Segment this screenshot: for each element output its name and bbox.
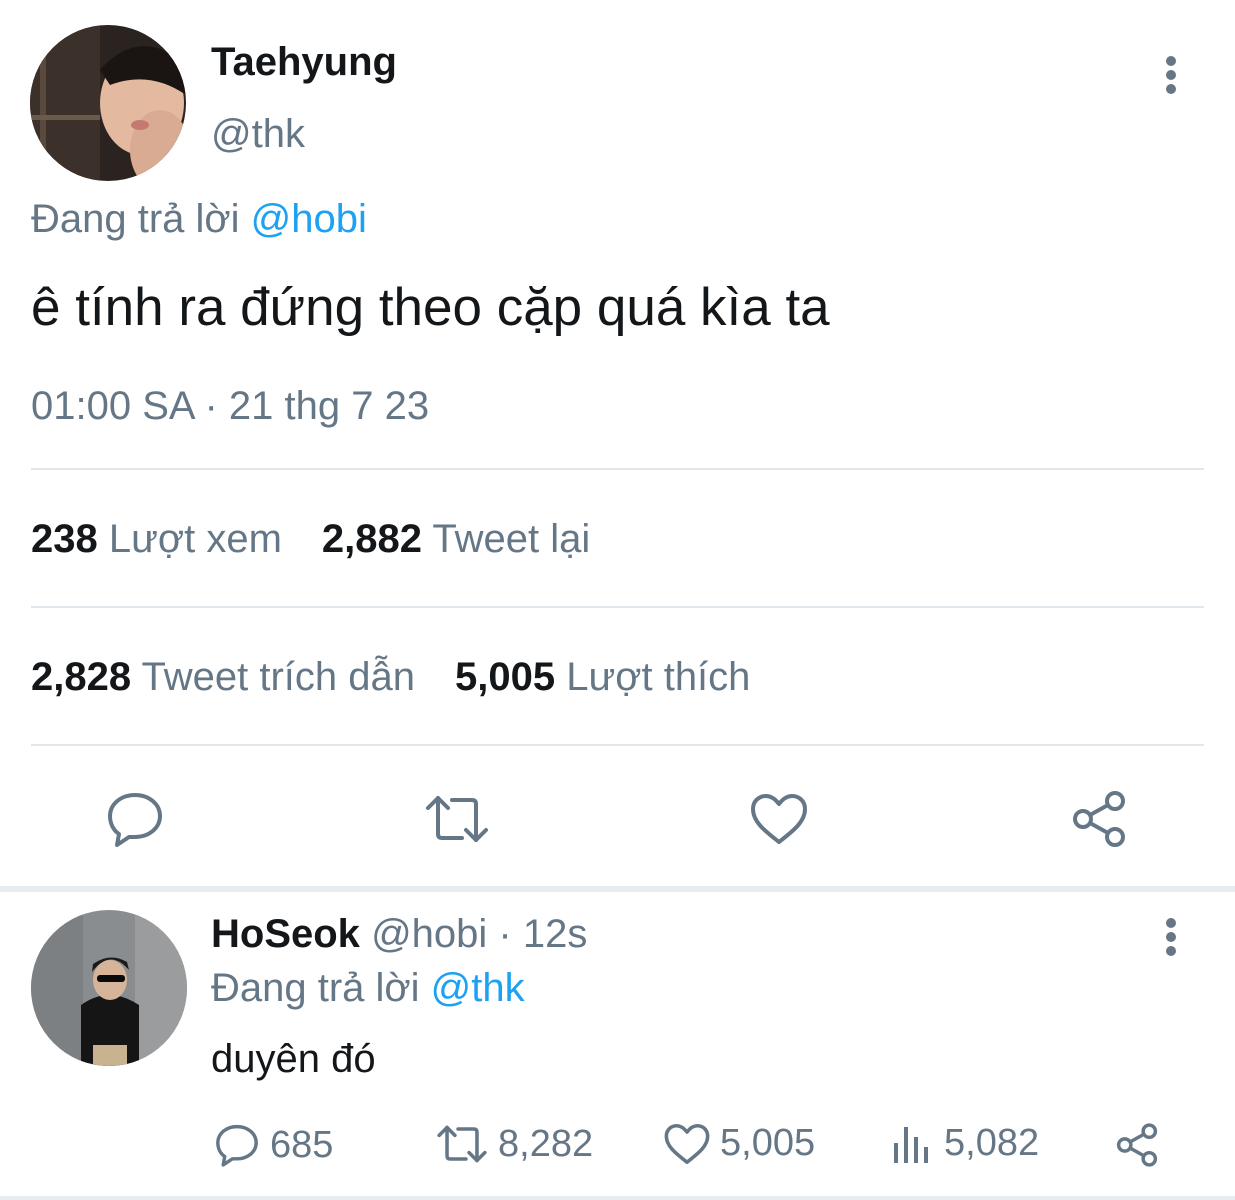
share-icon [1116, 1123, 1158, 1167]
quote-tweets-stat[interactable]: 2,828 Tweet trích dẫn [31, 655, 415, 700]
author-handle[interactable]: @thk [211, 112, 305, 157]
reply-retweet-button[interactable]: 8,282 [436, 1122, 593, 1166]
replying-to-label: Đang trả lời [31, 197, 251, 241]
reply-text: duyên đó [211, 1037, 376, 1081]
more-options-icon[interactable] [1151, 912, 1191, 962]
like-icon [664, 1123, 710, 1164]
bottom-separator [0, 1196, 1235, 1200]
reply-icon [216, 1124, 258, 1167]
more-options-icon[interactable] [1151, 50, 1191, 100]
author-name[interactable]: Taehyung [211, 40, 397, 85]
author-avatar[interactable] [30, 25, 186, 181]
reply-replying-to: Đang trả lời @thk [211, 966, 525, 1011]
like-icon[interactable] [748, 788, 810, 850]
reply-author-handle[interactable]: @hobi [371, 912, 487, 956]
main-tweet: Taehyung @thk Đang trả lời @hobi ê tính … [0, 0, 1235, 888]
retweet-count: 8,282 [498, 1122, 594, 1165]
reply-author-avatar[interactable] [31, 910, 187, 1066]
reply-tweet[interactable]: HoSeok @hobi · 12s Đang trả lời @thk duy… [0, 892, 1235, 1200]
views-count: 5,082 [944, 1122, 1040, 1164]
retweet-icon[interactable] [424, 790, 490, 848]
tweet-text: ê tính ra đứng theo cặp quá kìa ta [31, 278, 830, 337]
reply-reply-button[interactable]: 685 [214, 1122, 333, 1168]
replying-to: Đang trả lời @hobi [31, 197, 367, 242]
stats-row-1: 238 Lượt xem 2,882 Tweet lại [31, 517, 630, 562]
divider [31, 468, 1204, 470]
divider [31, 744, 1204, 746]
reply-count: 685 [270, 1123, 334, 1166]
likes-stat[interactable]: 5,005 Lượt thích [455, 655, 750, 700]
replying-to-label: Đang trả lời [211, 966, 431, 1010]
reply-icon[interactable] [104, 788, 166, 850]
reply-time: · 12s [498, 912, 588, 956]
reply-header: HoSeok @hobi · 12s [211, 912, 587, 957]
reply-mention-link[interactable]: @hobi [251, 197, 367, 241]
reply-like-button[interactable]: 5,005 [664, 1122, 815, 1165]
retweet-icon [437, 1125, 487, 1163]
divider [31, 606, 1204, 608]
retweets-stat[interactable]: 2,882 Tweet lại [322, 517, 590, 562]
reply-author-name[interactable]: HoSeok [211, 912, 360, 956]
reply-views-button[interactable]: 5,082 [890, 1122, 1039, 1165]
stats-row-2: 2,828 Tweet trích dẫn 5,005 Lượt thích [31, 655, 790, 700]
tweet-timestamp[interactable]: 01:00 SA · 21 thg 7 23 [31, 384, 429, 429]
reply-mention-link[interactable]: @thk [431, 966, 525, 1010]
views-stat[interactable]: 238 Lượt xem [31, 517, 282, 562]
share-icon[interactable] [1068, 788, 1130, 850]
views-icon [894, 1126, 928, 1163]
like-count: 5,005 [720, 1122, 816, 1164]
reply-share-button[interactable] [1114, 1122, 1170, 1168]
